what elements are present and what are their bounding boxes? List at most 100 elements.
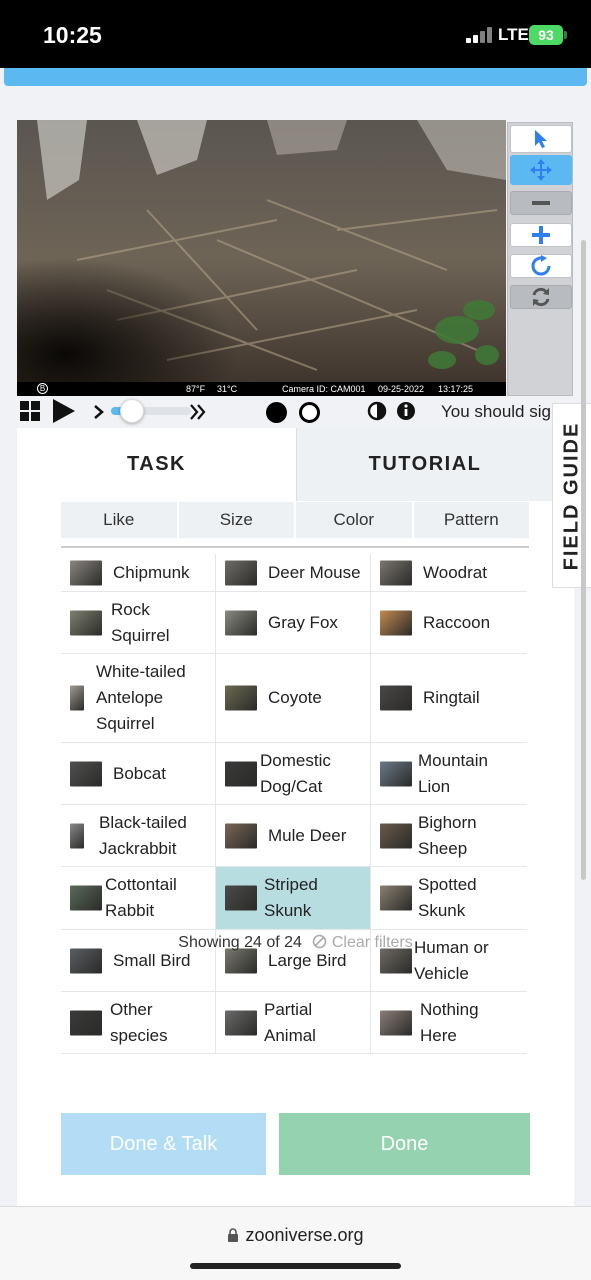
species-label: Ringtail: [423, 688, 480, 707]
species-label: Partial Animal: [264, 999, 316, 1045]
empty-circle-icon[interactable]: [299, 402, 320, 423]
species-thumbnail: [380, 560, 412, 585]
species-label: Deer Mouse: [268, 562, 361, 582]
species-label: Mountain Lion: [418, 750, 488, 796]
rotate-tool[interactable]: [510, 254, 572, 278]
species-option[interactable]: Mountain Lion: [371, 743, 526, 804]
species-thumbnail: [225, 885, 257, 911]
clear-filters-link[interactable]: Clear filters: [306, 934, 413, 951]
species-option[interactable]: Spotted Skunk: [371, 867, 526, 929]
species-thumbnail: [70, 823, 84, 848]
species-option[interactable]: Nothing Here: [371, 992, 526, 1053]
species-label: White-tailed Antelope Squirrel: [96, 662, 186, 733]
fast-forward-icon[interactable]: [189, 403, 207, 421]
species-thumbnail: [70, 685, 84, 711]
species-option[interactable]: Rock Squirrel: [61, 592, 216, 653]
species-label: Bobcat: [113, 763, 166, 783]
url-text: zooniverse.org: [245, 1225, 364, 1245]
species-option[interactable]: Domestic Dog/Cat: [216, 743, 371, 804]
species-option[interactable]: Bighorn Sheep: [371, 805, 526, 866]
species-option[interactable]: Coyote: [216, 654, 371, 742]
reset-tool[interactable]: [510, 285, 572, 309]
camera-temp-c: 31°C: [217, 384, 238, 394]
species-row: Black-tailed Jackrabbit Mule Deer Bighorn …: [61, 805, 527, 867]
zoom-in-tool[interactable]: [510, 223, 572, 247]
species-thumbnail: [380, 610, 412, 635]
filter-pattern[interactable]: Pattern: [413, 502, 529, 538]
lock-icon: [228, 1228, 239, 1242]
species-thumbnail: [70, 1010, 102, 1035]
pointer-tool[interactable]: [510, 125, 572, 153]
rotate-icon: [531, 255, 551, 276]
species-label: Striped Skunk: [264, 875, 318, 920]
species-option[interactable]: Gray Fox: [216, 592, 371, 653]
species-thumbnail: [70, 885, 102, 911]
species-option[interactable]: Chipmunk: [61, 554, 216, 591]
move-tool[interactable]: [510, 155, 572, 185]
species-row: Chipmunk Deer Mouse Woodrat: [61, 554, 527, 592]
species-option[interactable]: Bobcat: [61, 743, 216, 804]
slider-handle[interactable]: [120, 399, 144, 423]
species-option[interactable]: Cottontail Rabbit: [61, 867, 216, 929]
done-button[interactable]: Done: [279, 1113, 530, 1175]
plus-icon: [532, 226, 550, 244]
species-row: Other species Partial Animal Nothing Here: [61, 992, 527, 1054]
viewer-controls: You should sign: [17, 397, 560, 427]
move-arrows-icon: [530, 159, 552, 181]
species-option[interactable]: Black-tailed Jackrabbit: [61, 805, 216, 866]
tab-tutorial[interactable]: TUTORIAL: [296, 428, 553, 501]
species-option[interactable]: Deer Mouse: [216, 554, 371, 591]
filter-size[interactable]: Size: [178, 502, 294, 538]
zoom-out-tool[interactable]: [510, 191, 572, 215]
site-header-strip: [4, 68, 587, 86]
species-option[interactable]: Raccoon: [371, 592, 526, 653]
refresh-icon: [532, 287, 550, 307]
species-label: Domestic Dog/Cat: [260, 750, 331, 796]
step-forward-icon[interactable]: [93, 404, 105, 420]
species-option[interactable]: Mule Deer: [216, 805, 371, 866]
play-icon[interactable]: [51, 398, 77, 424]
status-bar: 10:25 LTE 93: [0, 0, 591, 68]
camera-id: Camera ID: CAM001: [282, 384, 366, 394]
cursor-arrow-icon: [535, 130, 547, 148]
scrollbar[interactable]: [581, 240, 586, 880]
species-option[interactable]: Partial Animal: [216, 992, 371, 1053]
subject-image[interactable]: B 87°F 31°C Camera ID: CAM001 09-25-2022…: [17, 120, 506, 396]
species-option[interactable]: Woodrat: [371, 554, 526, 591]
species-row: Rock Squirrel Gray Fox Raccoon: [61, 592, 527, 654]
info-icon[interactable]: [396, 401, 416, 421]
species-thumbnail: [225, 560, 257, 585]
species-grid: Chipmunk Deer Mouse Woodrat Rock Squirrel Gr…: [61, 554, 527, 1054]
species-label: Mule Deer: [268, 825, 347, 845]
filter-like[interactable]: Like: [61, 502, 177, 538]
species-label: Black-tailed Jackrabbit: [99, 812, 187, 858]
filter-color[interactable]: Color: [296, 502, 412, 538]
camera-info-strip: B 87°F 31°C Camera ID: CAM001 09-25-2022…: [17, 382, 506, 396]
species-row: White-tailed Antelope Squirrel Coyote Ring…: [61, 654, 527, 743]
species-label: Woodrat: [423, 562, 487, 582]
species-thumbnail: [70, 560, 102, 585]
species-row: Bobcat Domestic Dog/Cat Mountain Lion: [61, 743, 527, 805]
species-option[interactable]: Other species: [61, 992, 216, 1053]
clear-filters-label: Clear filters: [331, 934, 413, 951]
tab-task[interactable]: TASK: [17, 428, 296, 501]
species-option[interactable]: Ringtail: [371, 654, 526, 742]
species-label: Coyote: [268, 688, 322, 707]
species-option[interactable]: White-tailed Antelope Squirrel: [61, 654, 216, 742]
browser-bar: zooniverse.org: [0, 1206, 591, 1280]
done-and-talk-button[interactable]: Done & Talk: [61, 1113, 266, 1175]
showing-count: Showing 24 of 24 Clear filters: [0, 934, 591, 952]
species-label: Bighorn Sheep: [418, 812, 477, 858]
species-thumbnail: [70, 610, 102, 635]
species-thumbnail: [380, 1010, 412, 1035]
address-bar[interactable]: zooniverse.org: [0, 1225, 591, 1246]
species-thumbnail: [225, 823, 257, 848]
playback-slider[interactable]: [111, 399, 191, 423]
grid-view-icon[interactable]: [20, 401, 40, 421]
filled-circle-icon[interactable]: [266, 402, 287, 423]
species-option[interactable]: Striped Skunk: [216, 867, 371, 929]
invert-contrast-icon[interactable]: [367, 401, 387, 421]
species-thumbnail: [380, 885, 412, 911]
battery-icon: 93: [529, 25, 567, 45]
camera-logo: B: [37, 383, 48, 394]
